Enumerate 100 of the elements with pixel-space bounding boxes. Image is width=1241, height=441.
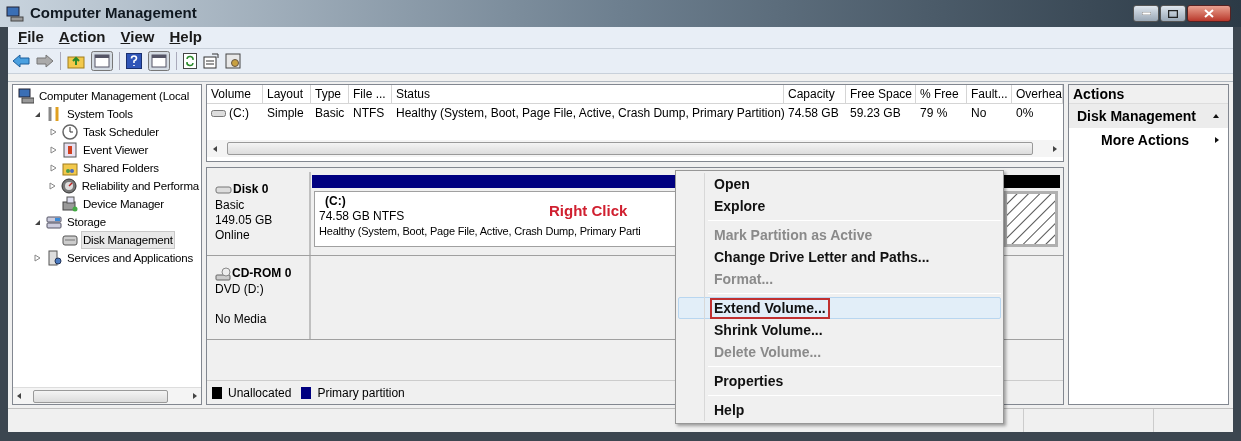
- help-icon[interactable]: [126, 53, 142, 69]
- disk-name: Disk 0: [233, 181, 269, 198]
- scroll-right-icon[interactable]: [1051, 144, 1059, 153]
- legend-label: Unallocated: [228, 384, 292, 402]
- shared-folder-icon: [62, 160, 78, 176]
- close-button[interactable]: [1187, 5, 1231, 22]
- column-header[interactable]: Free Space: [846, 85, 916, 104]
- panel-toggle-icon[interactable]: [148, 51, 170, 71]
- menu-item[interactable]: Explore: [678, 195, 1001, 217]
- tree-item[interactable]: Shared Folders: [81, 159, 161, 177]
- properties-icon[interactable]: [203, 53, 219, 69]
- close-icon: [1204, 9, 1214, 18]
- server-icon: [46, 250, 62, 266]
- unallocated-color-bar: [1002, 175, 1060, 188]
- tree-item[interactable]: Task Scheduler: [81, 123, 161, 141]
- menu-item[interactable]: View: [120, 26, 155, 49]
- disk-detail: Online: [215, 228, 251, 243]
- column-header[interactable]: Layout: [263, 85, 311, 104]
- table-cell-text: Healthy (System, Boot, Page File, Active, Crash Dump, Primary Partition): [395, 105, 784, 122]
- gauge-icon: [60, 178, 77, 194]
- column-header[interactable]: File ...: [349, 85, 392, 104]
- section-header[interactable]: Disk Management: [1069, 104, 1228, 128]
- tree-item[interactable]: Reliability and Performa: [79, 177, 201, 195]
- submenu-arrow-icon: [1214, 136, 1220, 144]
- minimize-button[interactable]: [1133, 5, 1159, 22]
- tree-item[interactable]: Computer Management (Local: [37, 87, 192, 105]
- computer-icon: [18, 88, 34, 104]
- menu-item[interactable]: Properties: [678, 370, 1001, 392]
- expand-icon[interactable]: [49, 146, 57, 154]
- menu-item[interactable]: Help: [678, 399, 1001, 421]
- collapse-icon[interactable]: [33, 110, 41, 118]
- disk-detail: DVD (D:): [215, 282, 265, 297]
- annotation-text: Right Click: [549, 201, 628, 221]
- table-cell-text: No: [970, 105, 988, 122]
- up-folder-icon[interactable]: [67, 53, 85, 69]
- window-title: Computer Management: [30, 3, 197, 24]
- clock-icon: [62, 124, 78, 140]
- settings-icon[interactable]: [225, 53, 241, 69]
- minimize-icon: [1141, 12, 1151, 15]
- partition-size: 74.58 GB NTFS: [319, 209, 405, 224]
- tree-item[interactable]: System Tools: [65, 105, 135, 123]
- tree-item[interactable]: Event Viewer: [81, 141, 151, 159]
- menu-item[interactable]: Change Drive Letter and Paths...: [678, 246, 1001, 268]
- scroll-left-icon[interactable]: [211, 144, 219, 153]
- cd-drive-icon: [215, 265, 231, 281]
- panel-toggle-icon[interactable]: [91, 51, 113, 71]
- disk-detail: Basic: [215, 198, 246, 213]
- column-header[interactable]: Type: [311, 85, 349, 104]
- table-cell-text: Simple: [266, 105, 305, 122]
- tree-item[interactable]: Storage: [65, 213, 108, 231]
- tree-item[interactable]: Disk Management: [81, 231, 175, 249]
- expand-icon[interactable]: [33, 254, 41, 262]
- column-header[interactable]: Volume: [207, 85, 263, 104]
- collapse-icon[interactable]: [33, 218, 41, 226]
- partition-status: Healthy (System, Boot, Page File, Active, Crash Dump, Primary Parti: [319, 224, 641, 239]
- table-cell-text: 0%: [1015, 105, 1035, 122]
- maximize-button[interactable]: [1160, 5, 1186, 22]
- tree-item[interactable]: Services and Applications: [65, 249, 196, 267]
- horizontal-scrollbar[interactable]: [207, 140, 1063, 157]
- back-icon[interactable]: [12, 54, 30, 68]
- partition-label: (C:): [324, 194, 346, 209]
- menu-item[interactable]: Shrink Volume...: [678, 319, 1001, 341]
- tools-icon: [46, 106, 62, 122]
- computer-icon: [6, 5, 24, 22]
- column-header[interactable]: Fault...: [967, 85, 1012, 104]
- scroll-left-icon[interactable]: [15, 392, 23, 400]
- table-cell-text: 79 %: [919, 105, 949, 122]
- expand-icon[interactable]: [49, 164, 57, 172]
- horizontal-scrollbar[interactable]: [13, 387, 201, 404]
- action-link[interactable]: More Actions: [1069, 128, 1228, 152]
- expand-icon[interactable]: [48, 182, 56, 190]
- column-header[interactable]: Overhea: [1012, 85, 1063, 104]
- scrollbar-thumb[interactable]: [227, 142, 1033, 155]
- table-cell-text: 59.23 GB: [849, 105, 902, 122]
- table-cell-text: NTFS: [352, 105, 386, 122]
- storage-icon: [46, 214, 62, 230]
- disk-detail: 149.05 GB: [215, 213, 274, 228]
- maximize-icon: [1168, 9, 1178, 18]
- menu-item[interactable]: Action: [58, 26, 106, 49]
- table-cell-text: Basic: [314, 105, 346, 122]
- table-cell-text: (C:): [229, 105, 249, 122]
- column-header[interactable]: Capacity: [784, 85, 846, 104]
- panel-title: Actions: [1069, 85, 1228, 104]
- refresh-icon[interactable]: [183, 53, 197, 69]
- menu-item[interactable]: Extend Volume...: [678, 297, 1001, 319]
- legend-label: Primary partition: [317, 384, 405, 402]
- expand-icon[interactable]: [49, 128, 57, 136]
- menu-item[interactable]: Help: [169, 26, 202, 49]
- disk-name: CD-ROM 0: [232, 265, 292, 282]
- menu-item[interactable]: File: [18, 26, 44, 49]
- table-cell-text: 74.58 GB: [787, 105, 840, 122]
- drive-icon: [211, 108, 226, 118]
- disk-drive-icon: [62, 232, 78, 248]
- column-header[interactable]: Status: [392, 85, 784, 104]
- column-header[interactable]: % Free: [916, 85, 967, 104]
- scroll-right-icon[interactable]: [191, 392, 199, 400]
- forward-icon[interactable]: [36, 54, 54, 68]
- tree-item[interactable]: Device Manager: [81, 195, 166, 213]
- scrollbar-thumb[interactable]: [33, 389, 168, 403]
- unallocated-area[interactable]: [1004, 191, 1058, 247]
